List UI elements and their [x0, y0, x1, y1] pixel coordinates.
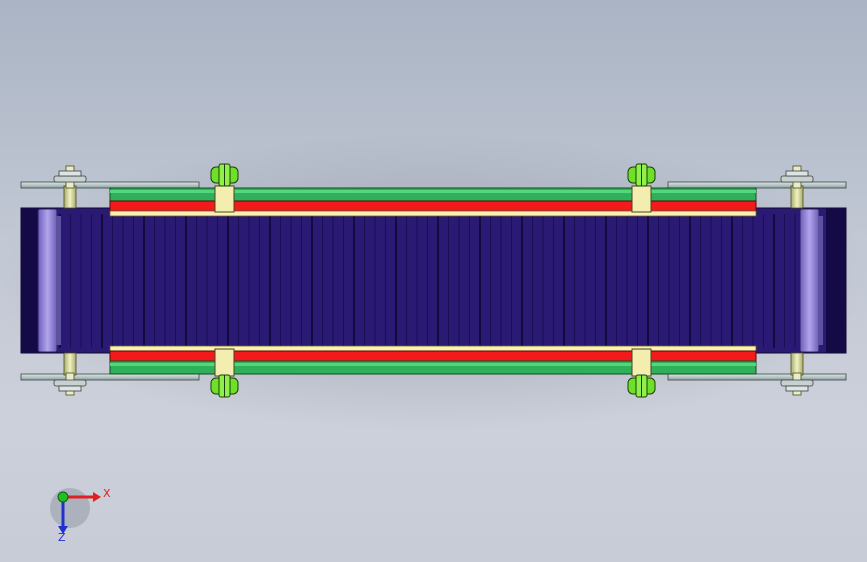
shaft-plate-top-right: [667, 181, 847, 189]
roller-right: [799, 208, 820, 353]
shaft-plate-bottom-left: [20, 373, 200, 381]
triad-y-axis: [57, 491, 69, 503]
rail-bottom-red: [109, 350, 757, 362]
orientation-triad[interactable]: X Z: [50, 487, 111, 544]
bracket-bottom-right: [631, 348, 652, 377]
roller-right-hub: [818, 216, 823, 345]
clamp-bottom-left: [210, 374, 239, 398]
clamp-top-right: [627, 163, 656, 187]
conveyor-belt: [20, 207, 847, 354]
rail-top-cream: [109, 210, 757, 217]
roller-left: [37, 208, 58, 353]
bracket-top-right: [631, 185, 652, 213]
rail-top-green: [109, 187, 757, 202]
shaft-plate-top-left: [20, 181, 200, 189]
rail-bottom-green-light: [110, 363, 756, 366]
triad-x-arrow: [93, 492, 101, 502]
conveyor-model: X Z: [0, 132, 867, 544]
clamp-bottom-right: [627, 374, 656, 398]
shaft-plate-bottom-right: [667, 373, 847, 381]
triad-x-label: X: [103, 487, 111, 500]
clamp-top-left: [210, 163, 239, 187]
triad-shadow: [50, 488, 90, 528]
triad-z-label: Z: [58, 531, 66, 544]
rail-top-green-light: [110, 190, 756, 193]
bracket-top-left: [214, 185, 235, 213]
rail-bottom-green: [109, 360, 757, 375]
belt-end-right: [826, 208, 846, 353]
cad-viewport[interactable]: X Z: [0, 0, 867, 562]
bracket-bottom-left: [214, 348, 235, 377]
roller-left-hub: [56, 216, 61, 345]
guide-rail-top: [109, 187, 757, 217]
guide-rail-bottom: [109, 345, 757, 375]
rail-top-red: [109, 200, 757, 212]
rail-bottom-cream: [109, 345, 757, 352]
